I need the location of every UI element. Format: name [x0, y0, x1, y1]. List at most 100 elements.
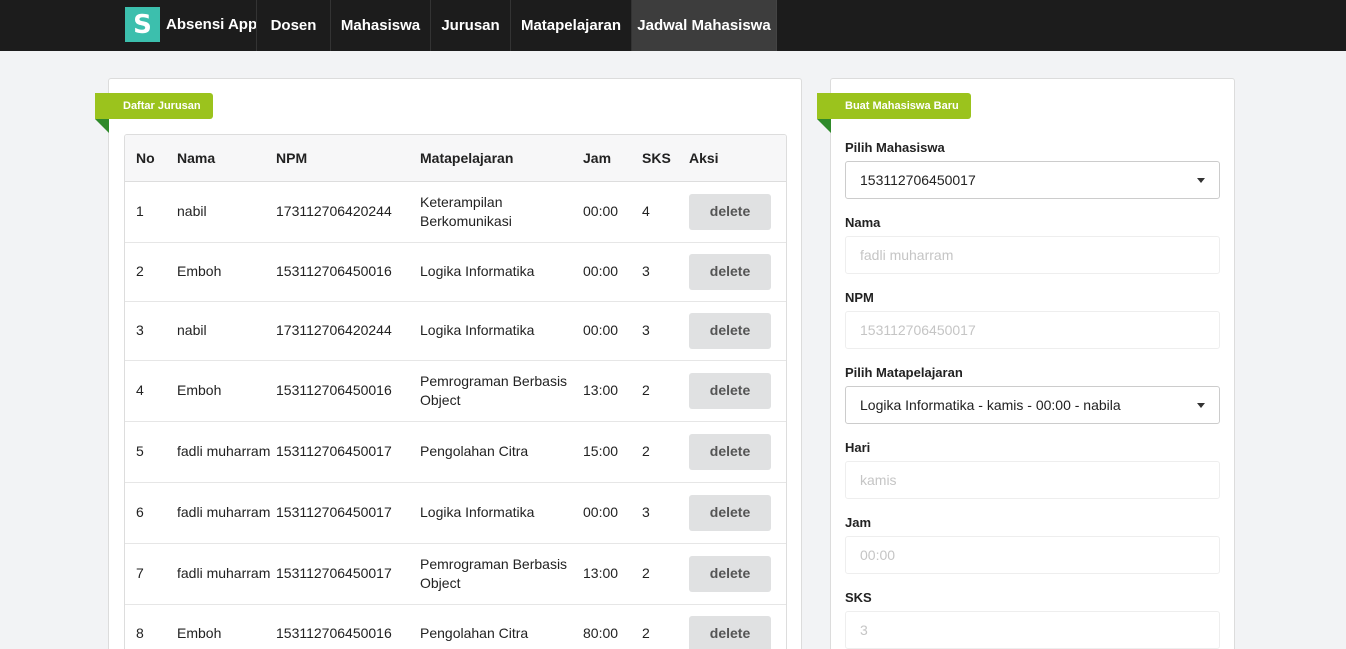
- pilih-matapelajaran-value: Logika Informatika - kamis - 00:00 - nab…: [860, 397, 1121, 413]
- cell-nama: Emboh: [177, 241, 276, 301]
- delete-button[interactable]: delete: [689, 494, 771, 531]
- delete-button[interactable]: delete: [689, 433, 771, 470]
- nama-label: Nama: [845, 215, 881, 230]
- cell-npm: 173112706420244: [276, 300, 420, 360]
- cell-aksi: delete: [689, 359, 786, 421]
- sks-label: SKS: [845, 590, 872, 605]
- cell-sks: 3: [642, 241, 689, 301]
- cell-no: 5: [125, 420, 177, 482]
- delete-button[interactable]: delete: [689, 312, 771, 349]
- brand[interactable]: S Absensi App: [125, 7, 257, 42]
- cell-no: 2: [125, 241, 177, 301]
- cell-matapelajaran: Pemrograman Berbasis Object: [420, 359, 583, 421]
- cell-nama: nabil: [177, 300, 276, 360]
- cell-sks: 2: [642, 359, 689, 421]
- delete-button[interactable]: delete: [689, 372, 771, 409]
- create-form-panel: Buat Mahasiswa Baru Pilih Mahasiswa 1531…: [817, 78, 1235, 649]
- cell-npm: 153112706450017: [276, 481, 420, 543]
- table-row: 3 nabil 173112706420244 Logika Informatika 0…: [125, 300, 786, 360]
- column-header-npm: NPM: [276, 135, 420, 182]
- delete-button[interactable]: delete: [689, 555, 771, 592]
- npm-input[interactable]: [845, 311, 1220, 349]
- table-header-row: No Nama NPM Matapelajaran Jam SKS Aksi: [125, 135, 786, 182]
- cell-sks: 3: [642, 481, 689, 543]
- pilih-mahasiswa-value: 153112706450017: [860, 172, 976, 188]
- cell-jam: 15:00: [583, 420, 642, 482]
- cell-no: 4: [125, 359, 177, 421]
- delete-button[interactable]: delete: [689, 193, 771, 230]
- table-row: 7 fadli muharram 153112706450017 Pemrograma…: [125, 542, 786, 604]
- cell-nama: fadli muharram: [177, 542, 276, 604]
- column-header-no: No: [125, 135, 177, 182]
- cell-aksi: delete: [689, 181, 786, 242]
- cell-no: 8: [125, 603, 177, 649]
- cell-nama: nabil: [177, 203, 207, 219]
- cell-aksi: delete: [689, 420, 786, 482]
- nav-item-mahasiswa[interactable]: Mahasiswa: [330, 0, 430, 51]
- cell-matapelajaran: Pengolahan Citra: [420, 603, 583, 649]
- chevron-down-icon: [1197, 403, 1205, 408]
- cell-no: 3: [125, 300, 177, 360]
- delete-button[interactable]: delete: [689, 615, 771, 649]
- pilih-mahasiswa-select[interactable]: 153112706450017: [845, 161, 1220, 199]
- schedule-list-panel: Daftar Jurusan No Nama NPM Matapelajaran…: [95, 78, 802, 649]
- cell-matapelajaran: Logika Informatika: [420, 300, 583, 360]
- nav-item-matapelajaran[interactable]: Matapelajaran: [510, 0, 631, 51]
- table-row: 6 fadli muharram 153112706450017 Logika Inf…: [125, 481, 786, 543]
- table-row: 4 Emboh 153112706450016 Pemrograman Berbasi…: [125, 359, 786, 421]
- cell-jam: 13:00: [583, 542, 642, 604]
- top-navbar: S Absensi App Dosen Mahasiswa Jurusan Matap…: [0, 0, 1346, 51]
- cell-no: 1: [136, 203, 144, 219]
- hari-input[interactable]: [845, 461, 1220, 499]
- cell-jam: 13:00: [583, 359, 642, 421]
- cell-sks: 2: [642, 542, 689, 604]
- column-header-jam: Jam: [583, 135, 642, 182]
- cell-aksi: delete: [689, 300, 786, 360]
- pilih-matapelajaran-label: Pilih Matapelajaran: [845, 365, 963, 380]
- table-row: 8 Emboh 153112706450016 Pengolahan Citra 80:…: [125, 603, 786, 649]
- column-header-aksi: Aksi: [689, 135, 786, 182]
- schedule-table: No Nama NPM Matapelajaran Jam SKS Aksi 1…: [125, 135, 786, 649]
- cell-sks: 3: [642, 300, 689, 360]
- chevron-down-icon: [1197, 178, 1205, 183]
- app-name: Absensi App: [166, 16, 258, 33]
- cell-sks: 2: [642, 420, 689, 482]
- list-ribbon-label: Daftar Jurusan: [95, 93, 213, 133]
- schedule-table-wrapper: No Nama NPM Matapelajaran Jam SKS Aksi 1…: [124, 134, 787, 649]
- cell-npm: 153112706450017: [276, 420, 420, 482]
- table-row: 5 fadli muharram 153112706450017 Pengolahan…: [125, 420, 786, 482]
- cell-npm: 153112706450017: [276, 542, 420, 604]
- npm-label: NPM: [845, 290, 874, 305]
- cell-jam: 00:00: [583, 481, 642, 543]
- sks-input[interactable]: [845, 611, 1220, 649]
- app-logo-icon: S: [125, 7, 160, 42]
- table-body: 1 nabil 173112706420244 Keterampilan Berkom…: [125, 181, 786, 649]
- jam-label: Jam: [845, 515, 872, 530]
- column-header-matapelajaran: Matapelajaran: [420, 135, 583, 182]
- table-row: 2 Emboh 153112706450016 Logika Informatika 0…: [125, 241, 786, 301]
- pilih-matapelajaran-select[interactable]: Logika Informatika - kamis - 00:00 - nab…: [845, 386, 1220, 424]
- form-ribbon-label: Buat Mahasiswa Baru: [817, 93, 971, 133]
- cell-aksi: delete: [689, 241, 786, 301]
- column-header-sks: SKS: [642, 135, 689, 182]
- nav-menu: Dosen Mahasiswa Jurusan Matapelajaran Jadwal…: [256, 0, 777, 51]
- nav-item-dosen[interactable]: Dosen: [256, 0, 330, 51]
- cell-matapelajaran: Logika Informatika: [420, 241, 583, 301]
- nav-item-jadwal-mahasiswa[interactable]: Jadwal Mahasiswa: [631, 0, 777, 51]
- cell-aksi: delete: [689, 542, 786, 604]
- nama-input[interactable]: [845, 236, 1220, 274]
- pilih-mahasiswa-label: Pilih Mahasiswa: [845, 140, 945, 155]
- nav-item-jurusan[interactable]: Jurusan: [430, 0, 510, 51]
- cell-sks: 2: [642, 603, 689, 649]
- cell-jam: 80:00: [583, 603, 642, 649]
- cell-matapelajaran: Pemrograman Berbasis Object: [420, 542, 583, 604]
- cell-nama: fadli muharram: [177, 481, 276, 543]
- cell-npm: 153112706450016: [276, 359, 420, 421]
- cell-no: 6: [125, 481, 177, 543]
- cell-nama: Emboh: [177, 603, 276, 649]
- cell-npm: 173112706420244: [276, 203, 392, 219]
- cell-jam: 00:00: [583, 300, 642, 360]
- delete-button[interactable]: delete: [689, 253, 771, 290]
- cell-nama: Emboh: [177, 359, 276, 421]
- jam-input[interactable]: [845, 536, 1220, 574]
